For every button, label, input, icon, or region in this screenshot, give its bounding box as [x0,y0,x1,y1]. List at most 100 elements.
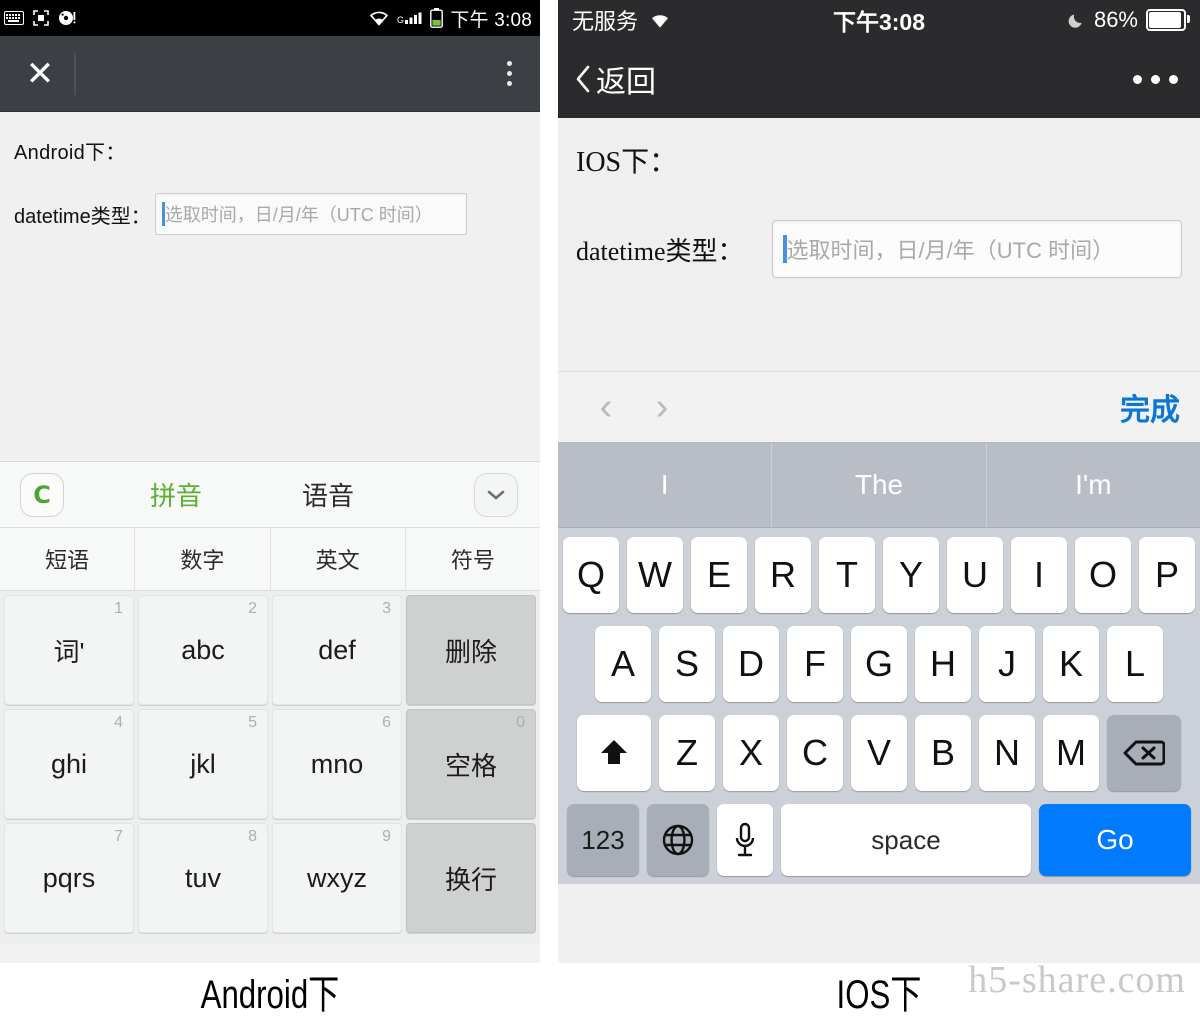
key-label: 词' [53,636,85,667]
key-abc[interactable]: 2 abc [138,595,268,705]
key-m[interactable]: M [1043,715,1099,791]
key-v[interactable]: V [851,715,907,791]
done-button[interactable]: 完成 [1120,385,1180,429]
chevron-right-icon[interactable]: › [634,386,690,429]
android-clock: 下午 3:08 [450,9,532,31]
go-key[interactable]: Go [1039,804,1191,876]
key-label: wxyz [307,862,367,893]
key-r[interactable]: R [755,537,811,613]
sogou-logo-icon[interactable]: C [20,472,64,517]
key-number: 7 [114,828,123,845]
key-q[interactable]: Q [563,537,619,613]
prediction-item[interactable]: I'm [987,443,1200,527]
android-input-placeholder: 选取时间，日/月/年（UTC 时间） [164,205,433,225]
ios-status-left: 无服务 [572,4,672,36]
backspace-icon [1123,738,1166,768]
android-keyboard: C 拼音 语音 短语 数字 英文 符号 1 词' 2 abc 3 def 删除 … [0,462,540,943]
globe-key[interactable] [647,804,709,876]
keyboard-tab-voice[interactable]: 语音 [302,476,354,513]
key-def[interactable]: 3 def [272,595,402,705]
key-f[interactable]: F [787,626,843,702]
watermark: h5-share.com [968,959,1186,1001]
key-delete[interactable]: 删除 [406,595,536,705]
key-y[interactable]: Y [883,537,939,613]
key-t[interactable]: T [819,537,875,613]
key-pqrs[interactable]: 7 pqrs [4,823,134,933]
keyboard-category-numbers[interactable]: 数字 [135,528,271,590]
shift-key[interactable] [577,715,651,791]
key-z[interactable]: Z [659,715,715,791]
key-e[interactable]: E [691,537,747,613]
key-b[interactable]: B [915,715,971,791]
key-d[interactable]: D [723,626,779,702]
keyboard-row-home: A S D F G H J K L [562,626,1196,702]
space-key[interactable]: space [781,804,1031,876]
dictation-key[interactable] [717,804,773,876]
more-options-icon[interactable] [1133,74,1178,84]
key-h[interactable]: H [915,626,971,702]
key-mno[interactable]: 6 mno [272,709,402,819]
more-options-icon[interactable] [501,53,518,94]
android-datetime-input[interactable]: 选取时间，日/月/年（UTC 时间） [154,193,467,235]
ios-panel: 无服务 下午3:08 86% 返回 IOS下： datetime类型： 选取时间… [558,0,1200,963]
keypad-row: 7 pqrs 8 tuv 9 wxyz 换行 [2,823,538,933]
moon-icon [1068,11,1086,29]
toolbar-divider [74,52,76,95]
key-o[interactable]: O [1075,537,1131,613]
key-a[interactable]: A [595,626,651,702]
numbers-key[interactable]: 123 [567,804,639,876]
chevron-left-icon[interactable]: ‹ [578,386,634,429]
key-tuv[interactable]: 8 tuv [138,823,268,933]
keyboard-category-english[interactable]: 英文 [271,528,406,590]
close-icon[interactable]: ✕ [20,54,60,94]
key-x[interactable]: X [723,715,779,791]
ios-heading: IOS下： [576,147,678,178]
ios-field-label: datetime类型： [576,236,744,266]
key-k[interactable]: K [1043,626,1099,702]
key-number: 9 [382,828,391,845]
key-u[interactable]: U [947,537,1003,613]
key-p[interactable]: P [1139,537,1195,613]
key-label: jkl [190,748,216,779]
key-c[interactable]: C [787,715,843,791]
android-caption: Android下 [200,973,340,1017]
key-i[interactable]: I [1011,537,1067,613]
key-w[interactable]: W [627,537,683,613]
key-s[interactable]: S [659,626,715,702]
key-g[interactable]: G [851,626,907,702]
prediction-item[interactable]: I [558,443,773,527]
ios-status-bar: 无服务 下午3:08 86% [558,0,1200,40]
key-jkl[interactable]: 5 jkl [138,709,268,819]
key-j[interactable]: J [979,626,1035,702]
key-newline[interactable]: 换行 [406,823,536,933]
backspace-key[interactable] [1107,715,1181,791]
android-status-right: G 下午 3:08 [368,5,532,32]
chevron-down-icon[interactable] [474,472,518,517]
keyboard-tab-pinyin[interactable]: 拼音 [150,476,202,513]
ios-prediction-bar: I The I'm [558,443,1200,528]
back-button[interactable]: 返回 [574,57,656,101]
ios-status-right: 86% [1068,7,1190,33]
back-label: 返回 [596,66,656,99]
chevron-left-icon [574,64,592,94]
keyboard-category-phrases[interactable]: 短语 [0,528,136,590]
prediction-item[interactable]: The [772,443,987,527]
battery-icon [430,8,444,28]
wifi-icon [368,10,390,26]
key-number: 6 [382,714,391,731]
globe-icon [660,822,696,858]
key-wxyz[interactable]: 9 wxyz [272,823,402,933]
ios-input-placeholder: 选取时间，日/月/年（UTC 时间） [786,238,1115,263]
keyboard-category-symbols[interactable]: 符号 [406,528,540,590]
key-n[interactable]: N [979,715,1035,791]
signal-icon: G [397,10,423,26]
key-ghi[interactable]: 4 ghi [4,709,134,819]
key-space[interactable]: 0 空格 [406,709,536,819]
key-l[interactable]: L [1107,626,1163,702]
key-number: 5 [248,714,257,731]
screenshot-icon [33,10,49,26]
ios-datetime-input[interactable]: 选取时间，日/月/年（UTC 时间） [771,220,1182,278]
key-word[interactable]: 1 词' [4,595,134,705]
android-field-label: datetime类型： [14,205,151,228]
panel-gap [540,0,558,963]
